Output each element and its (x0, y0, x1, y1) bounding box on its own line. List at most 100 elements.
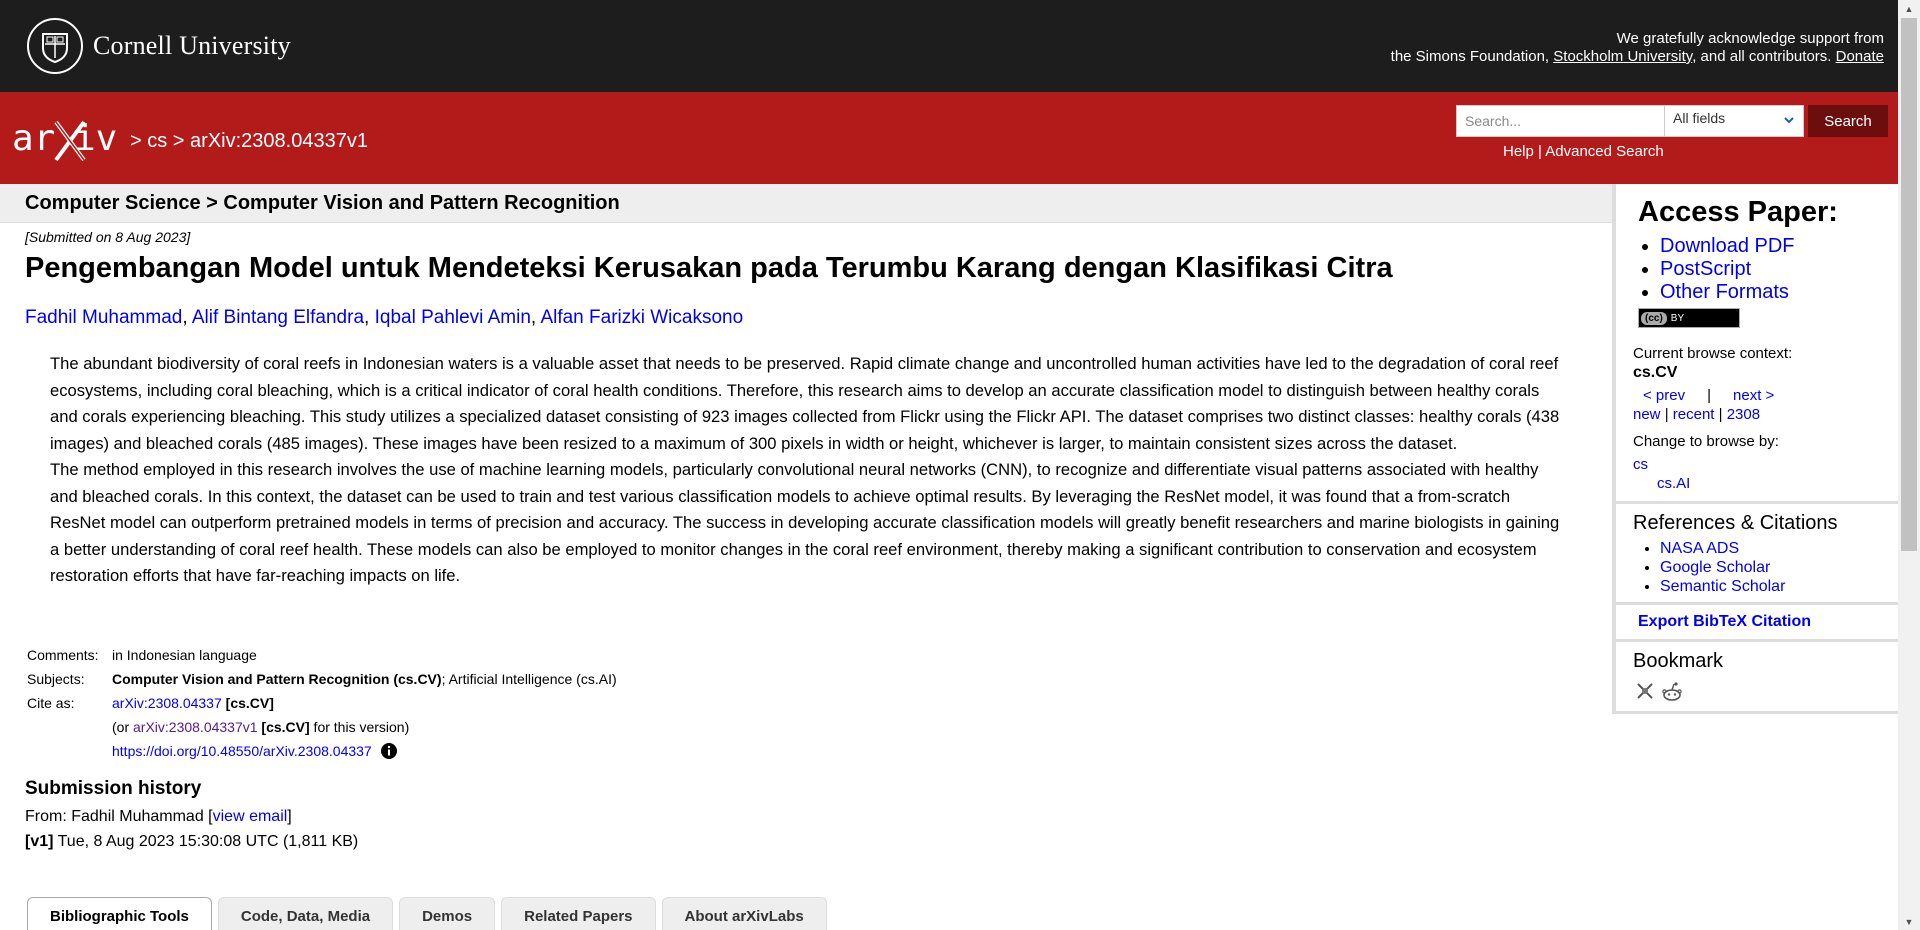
tab-related-papers[interactable]: Related Papers (501, 897, 656, 930)
cite-row: Cite as: arXiv:2308.04337 [cs.CV] (27, 691, 617, 715)
sidebar: Access Paper: Download PDF PostScript Ot… (1612, 184, 1898, 714)
new-link[interactable]: new (1633, 406, 1661, 423)
view-email-link[interactable]: view email (213, 808, 288, 825)
recent-link[interactable]: recent (1673, 406, 1715, 423)
subject-header-text: Computer Science > Computer Vision and P… (25, 192, 620, 214)
svg-text:ar: ar (12, 118, 55, 159)
cite-category: [cs.CV] (221, 695, 274, 711)
references-heading: References & Citations (1633, 512, 1838, 534)
abstract-paragraph: The method employed in this research inv… (50, 460, 1560, 585)
comments-label: Comments: (27, 647, 99, 663)
version-label[interactable]: [v1] (25, 833, 53, 850)
access-paper-section: Access Paper: Download PDF PostScript Ot… (1616, 196, 1898, 504)
export-bibtex-link[interactable]: Export BibTeX Citation (1638, 613, 1811, 630)
submission-v1: [v1] Tue, 8 Aug 2023 15:30:08 UTC (1,811… (25, 833, 359, 850)
cite-version-row: (or arXiv:2308.04337v1 [cs.CV] for this … (112, 719, 410, 735)
cc-mark: (cc) (1641, 311, 1667, 325)
submission-from: From: Fadhil Muhammad [view email] (25, 808, 292, 825)
nasa-ads-link[interactable]: NASA ADS (1660, 540, 1739, 557)
support-line1: We gratefully acknowledge support from (1616, 30, 1884, 47)
download-pdf-link[interactable]: Download PDF (1660, 235, 1795, 257)
references-links: NASA ADS Google Scholar Semantic Scholar (1660, 539, 1898, 596)
support-prefix: the Simons Foundation, (1390, 48, 1554, 65)
month-link[interactable]: 2308 (1727, 406, 1760, 423)
search-input[interactable] (1456, 105, 1664, 137)
help-separator: | (1533, 143, 1546, 160)
scroll-down-icon[interactable]: ▼ (1898, 913, 1920, 930)
breadcrumb[interactable]: > cs > arXiv:2308.04337v1 (130, 130, 368, 153)
browse-context: Current browse context: cs.CV < prev | nex… (1616, 336, 1898, 501)
bookmark-heading: Bookmark (1633, 650, 1724, 672)
prev-link[interactable]: < prev (1633, 387, 1685, 404)
cite-version-link[interactable]: arXiv:2308.04337v1 (133, 719, 258, 735)
browse-csai-link[interactable]: cs.AI (1657, 475, 1690, 492)
tab-about-arxivlabs[interactable]: About arXivLabs (661, 897, 827, 930)
page: Cornell University We gratefully acknowl… (0, 0, 1898, 930)
stockholm-link[interactable]: Stockholm University (1553, 48, 1692, 65)
abstract: The abundant biodiversity of coral reefs… (50, 351, 1560, 590)
primary-subject: Computer Vision and Pattern Recognition … (112, 671, 442, 687)
cite-label: Cite as: (27, 695, 75, 711)
author-link[interactable]: Alif Bintang Elfandra (192, 307, 364, 328)
reddit-icon[interactable] (1661, 681, 1683, 703)
other-formats-link[interactable]: Other Formats (1660, 281, 1789, 303)
bibsonomy-icon[interactable] (1635, 681, 1655, 701)
search-field-value: All fields (1673, 110, 1726, 126)
scrollbar-thumb[interactable] (1901, 18, 1917, 551)
subjects-label: Subjects: (27, 671, 85, 687)
subject-header: Computer Science > Computer Vision and P… (0, 184, 1612, 223)
google-scholar-link[interactable]: Google Scholar (1660, 559, 1770, 576)
advanced-search-link[interactable]: Advanced Search (1545, 143, 1663, 160)
labs-tabs: Bibliographic Tools Code, Data, Media De… (27, 897, 833, 930)
search-bar: All fields Search (1456, 105, 1888, 137)
abstract-paragraph: The abundant biodiversity of coral reefs… (50, 354, 1560, 453)
info-icon[interactable] (380, 742, 398, 760)
cornell-logo[interactable]: Cornell University (27, 18, 291, 74)
next-link[interactable]: next > (1733, 387, 1774, 404)
authors: Fadhil Muhammad, Alif Bintang Elfandra, … (25, 307, 744, 328)
cite-id-link[interactable]: arXiv:2308.04337 (112, 695, 222, 711)
paper-title: Pengembangan Model untuk Mendeteksi Keru… (25, 252, 1393, 284)
tab-bibliographic-tools[interactable]: Bibliographic Tools (27, 897, 212, 930)
author-link[interactable]: Alfan Farizki Wicaksono (540, 307, 743, 328)
tab-demos[interactable]: Demos (399, 897, 496, 930)
subjects-row: Subjects: Computer Vision and Pattern Re… (27, 667, 617, 691)
submitted-date: [Submitted on 8 Aug 2023] (25, 229, 191, 245)
support-notice: We gratefully acknowledge support from t… (1391, 30, 1884, 66)
bookmark-icons (1635, 681, 1898, 703)
browse-cs-link[interactable]: cs (1633, 456, 1648, 473)
cornell-seal-icon (27, 18, 83, 74)
comments-value: in Indonesian language (112, 647, 257, 663)
help-link[interactable]: Help (1503, 143, 1534, 160)
donate-link[interactable]: Donate (1836, 48, 1884, 65)
tab-code-data-media[interactable]: Code, Data, Media (217, 897, 394, 930)
author-link[interactable]: Fadhil Muhammad (25, 307, 182, 328)
browse-context-value: cs.CV (1633, 364, 1678, 381)
metadata-table: Comments: in Indonesian language Subject… (27, 643, 617, 763)
doi-row: https://doi.org/10.48550/arXiv.2308.0433… (27, 739, 617, 763)
arxiv-logo-icon[interactable]: ar iv (12, 116, 124, 169)
top-bar: Cornell University We gratefully acknowl… (0, 0, 1898, 92)
references-section: References & Citations NASA ADS Google S… (1616, 512, 1898, 605)
access-paper-heading: Access Paper: (1638, 196, 1838, 228)
semantic-scholar-link[interactable]: Semantic Scholar (1660, 578, 1785, 595)
cornell-name: Cornell University (93, 31, 291, 60)
help-links: Help | Advanced Search (1503, 143, 1664, 160)
cc-by-license-icon[interactable]: (cc) BY (1638, 308, 1740, 328)
bibtex-section: Export BibTeX Citation (1616, 605, 1898, 642)
comments-row: Comments: in Indonesian language (27, 643, 617, 667)
scroll-up-icon[interactable]: ▲ (1898, 0, 1920, 17)
cc-by-text: BY (1670, 312, 1685, 324)
support-line2: the Simons Foundation, Stockholm Univers… (1391, 48, 1884, 66)
secondary-subjects: ; Artificial Intelligence (cs.AI) (441, 671, 617, 687)
doi-link[interactable]: https://doi.org/10.48550/arXiv.2308.0433… (112, 739, 372, 763)
support-suffix: , and all contributors. (1692, 48, 1836, 65)
chevron-down-icon (1784, 117, 1794, 124)
author-link[interactable]: Iqbal Pahlevi Amin (375, 307, 531, 328)
vertical-scrollbar[interactable]: ▲ ▼ (1898, 0, 1920, 930)
access-links: Download PDF PostScript Other Formats (1660, 235, 1898, 304)
search-button[interactable]: Search (1808, 105, 1888, 137)
postscript-link[interactable]: PostScript (1660, 258, 1751, 280)
bookmark-section: Bookmark (1616, 650, 1898, 714)
search-field-select[interactable]: All fields (1664, 105, 1804, 137)
